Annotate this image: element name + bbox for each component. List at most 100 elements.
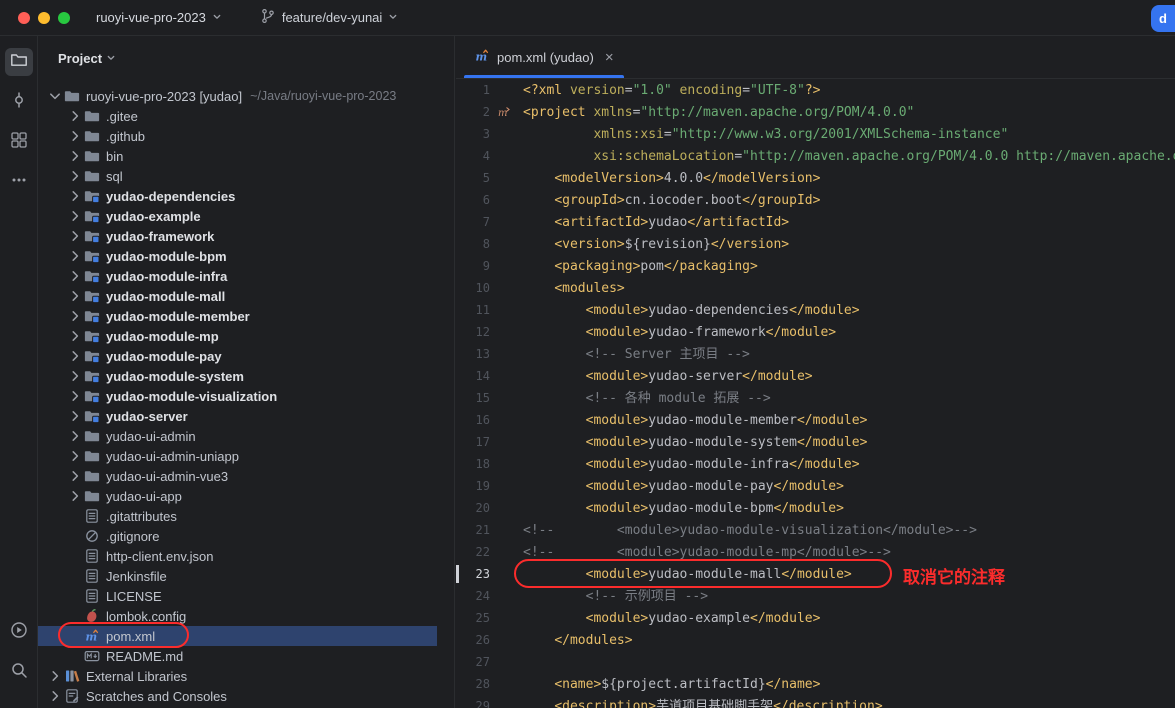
chevron-right-icon[interactable] bbox=[66, 208, 84, 224]
tree-item-sql[interactable]: sql bbox=[38, 166, 437, 186]
chevron-right-icon[interactable] bbox=[66, 468, 84, 484]
chevron-right-icon[interactable] bbox=[66, 368, 84, 384]
tree-item-label: yudao-module-pay bbox=[106, 349, 222, 364]
chevron-right-icon[interactable] bbox=[66, 408, 84, 424]
tree-item-gitee[interactable]: .gitee bbox=[38, 106, 437, 126]
tree-item-ruoyi-vue-pro-2023-yudao[interactable]: ruoyi-vue-pro-2023 [yudao]~/Java/ruoyi-v… bbox=[38, 86, 437, 106]
chevron-right-icon[interactable] bbox=[66, 108, 84, 124]
tree-item-jenkinsfile[interactable]: Jenkinsfile bbox=[38, 566, 437, 586]
chevron-right-icon[interactable] bbox=[66, 148, 84, 164]
chevron-down-icon[interactable] bbox=[46, 88, 64, 104]
chevron-right-icon[interactable] bbox=[66, 188, 84, 204]
tree-item-external-libraries[interactable]: External Libraries bbox=[38, 666, 437, 686]
tree-item-yudao-example[interactable]: yudao-example bbox=[38, 206, 437, 226]
tree-item-pom-xml[interactable]: mpom.xml bbox=[38, 626, 437, 646]
tree-item-yudao-module-visualization[interactable]: yudao-module-visualization bbox=[38, 386, 437, 406]
tree-item-label: yudao-ui-admin bbox=[106, 429, 196, 444]
branch-selector[interactable]: feature/dev-yunai bbox=[260, 8, 398, 27]
structure-tool-button[interactable] bbox=[5, 128, 33, 156]
close-window-button[interactable] bbox=[18, 12, 30, 24]
chevron-slot bbox=[66, 608, 84, 624]
line-number: 18 bbox=[456, 453, 490, 475]
line-number: 28 bbox=[456, 673, 490, 695]
chevron-right-icon[interactable] bbox=[66, 268, 84, 284]
line-number: 16 bbox=[456, 409, 490, 431]
more-tool-button[interactable] bbox=[5, 168, 33, 196]
tree-item-yudao-module-pay[interactable]: yudao-module-pay bbox=[38, 346, 437, 366]
chevron-slot bbox=[66, 508, 84, 524]
chevron-right-icon[interactable] bbox=[66, 168, 84, 184]
run-tool-button[interactable] bbox=[5, 618, 33, 646]
maven-gutter-icon[interactable]: m bbox=[497, 105, 511, 119]
code-line-26: 26 </modules> bbox=[456, 629, 1175, 651]
tree-item-yudao-ui-admin-vue3[interactable]: yudao-ui-admin-vue3 bbox=[38, 466, 437, 486]
chevron-right-icon[interactable] bbox=[66, 308, 84, 324]
tree-item-github[interactable]: .github bbox=[38, 126, 437, 146]
module-icon bbox=[84, 228, 100, 244]
tree-item-label: sql bbox=[106, 169, 123, 184]
tree-item-readme-md[interactable]: README.md bbox=[38, 646, 437, 666]
code-text: <project xmlns="http://maven.apache.org/… bbox=[523, 102, 914, 124]
markdown-icon bbox=[84, 648, 100, 664]
chevron-right-icon[interactable] bbox=[66, 248, 84, 264]
tree-item-yudao-framework[interactable]: yudao-framework bbox=[38, 226, 437, 246]
chevron-right-icon[interactable] bbox=[66, 388, 84, 404]
chevron-right-icon[interactable] bbox=[46, 688, 64, 704]
project-selector-label: ruoyi-vue-pro-2023 bbox=[96, 10, 206, 25]
tree-item-gitignore[interactable]: .gitignore bbox=[38, 526, 437, 546]
tree-item-yudao-module-infra[interactable]: yudao-module-infra bbox=[38, 266, 437, 286]
tree-item-yudao-ui-admin-uniapp[interactable]: yudao-ui-admin-uniapp bbox=[38, 446, 437, 466]
tree-item-yudao-ui-app[interactable]: yudao-ui-app bbox=[38, 486, 437, 506]
chevron-right-icon[interactable] bbox=[66, 228, 84, 244]
tree-item-yudao-module-member[interactable]: yudao-module-member bbox=[38, 306, 437, 326]
project-tool-button[interactable] bbox=[5, 48, 33, 76]
line-number: 6 bbox=[456, 189, 490, 211]
code-editor[interactable]: 1<?xml version="1.0" encoding="UTF-8"?>2… bbox=[456, 79, 1175, 708]
project-selector[interactable]: ruoyi-vue-pro-2023 bbox=[96, 10, 222, 25]
zoom-window-button[interactable] bbox=[58, 12, 70, 24]
chevron-right-icon[interactable] bbox=[66, 428, 84, 444]
project-panel-header[interactable]: Project bbox=[38, 36, 454, 66]
code-text: <module>yudao-example</module> bbox=[523, 608, 820, 630]
code-text: <modelVersion>4.0.0</modelVersion> bbox=[523, 168, 820, 190]
tree-item-yudao-module-bpm[interactable]: yudao-module-bpm bbox=[38, 246, 437, 266]
tree-item-license[interactable]: LICENSE bbox=[38, 586, 437, 606]
minimize-window-button[interactable] bbox=[38, 12, 50, 24]
module-icon bbox=[84, 408, 100, 424]
tree-item-yudao-server[interactable]: yudao-server bbox=[38, 406, 437, 426]
line-number: 10 bbox=[456, 277, 490, 299]
module-icon bbox=[84, 208, 100, 224]
code-line-18: 18 <module>yudao-module-infra</module> bbox=[456, 453, 1175, 475]
tree-item-yudao-dependencies[interactable]: yudao-dependencies bbox=[38, 186, 437, 206]
tree-item-scratches-and-consoles[interactable]: Scratches and Consoles bbox=[38, 686, 437, 706]
chevron-right-icon[interactable] bbox=[66, 448, 84, 464]
commit-tool-button[interactable] bbox=[5, 88, 33, 116]
close-tab-icon[interactable]: × bbox=[605, 50, 614, 65]
tree-item-yudao-ui-admin[interactable]: yudao-ui-admin bbox=[38, 426, 437, 446]
corner-notification-button[interactable]: d bbox=[1151, 5, 1175, 32]
tree-item-gitattributes[interactable]: .gitattributes bbox=[38, 506, 437, 526]
tree-item-label: yudao-module-system bbox=[106, 369, 244, 384]
code-text: <module>yudao-module-system</module> bbox=[523, 432, 867, 454]
tree-item-bin[interactable]: bin bbox=[38, 146, 437, 166]
search-tool-button[interactable] bbox=[5, 658, 33, 686]
editor-area: m pom.xml (yudao) × 1<?xml version="1.0"… bbox=[456, 36, 1175, 708]
chevron-right-icon[interactable] bbox=[46, 668, 64, 684]
tree-item-yudao-module-system[interactable]: yudao-module-system bbox=[38, 366, 437, 386]
folder-icon bbox=[84, 428, 100, 444]
chevron-right-icon[interactable] bbox=[66, 288, 84, 304]
chevron-right-icon[interactable] bbox=[66, 328, 84, 344]
code-text: <modules> bbox=[523, 278, 625, 300]
chevron-right-icon[interactable] bbox=[66, 128, 84, 144]
tree-item-label: yudao-module-bpm bbox=[106, 249, 227, 264]
project-panel: Project ruoyi-vue-pro-2023 [yudao]~/Java… bbox=[38, 36, 455, 708]
editor-tab-pom-xml[interactable]: m pom.xml (yudao) × bbox=[462, 36, 626, 78]
line-number: 19 bbox=[456, 475, 490, 497]
module-icon bbox=[84, 288, 100, 304]
chevron-right-icon[interactable] bbox=[66, 348, 84, 364]
tree-item-lombok-config[interactable]: lombok.config bbox=[38, 606, 437, 626]
tree-item-yudao-module-mp[interactable]: yudao-module-mp bbox=[38, 326, 437, 346]
chevron-right-icon[interactable] bbox=[66, 488, 84, 504]
tree-item-http-client-env-json[interactable]: http-client.env.json bbox=[38, 546, 437, 566]
tree-item-yudao-module-mall[interactable]: yudao-module-mall bbox=[38, 286, 437, 306]
